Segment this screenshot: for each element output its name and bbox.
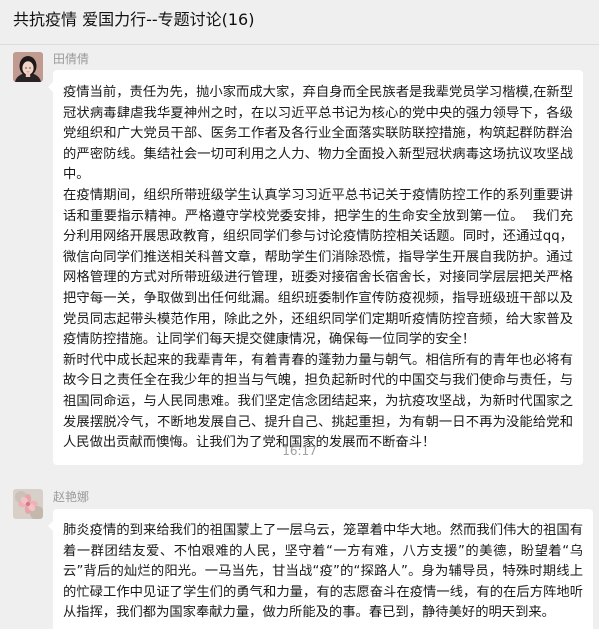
avatar-girl-portrait-icon: [13, 52, 43, 82]
chat-title[interactable]: 共抗疫情 爱国力行--专题讨论(16): [13, 9, 254, 31]
message-bubble[interactable]: 肺炎疫情的到来给我们的祖国蒙上了一层乌云，笼罩着中华大地。然而我们伟大的祖国有着…: [48, 509, 593, 629]
message-paragraph: 在疫情期间，组织所带班级学生认真学习习近平总书记关于疫情防控工作的系列重要讲话和…: [63, 187, 573, 348]
message-paragraph: 疫情当前，责任为先，抛小家而成大家，弃自身而全民族者是我辈党员学习楷模,在新型冠…: [63, 85, 573, 183]
avatar-flower-icon: [13, 489, 43, 519]
sender-name: 赵艳娜: [53, 490, 90, 504]
chat-window: 共抗疫情 爱国力行--专题讨论(16) 田倩倩 疫情当前，责任为先，抛小家而成大…: [0, 0, 599, 629]
message-bubble[interactable]: 疫情当前，责任为先，抛小家而成大家，弃自身而全民族者是我辈党员学习楷模,在新型冠…: [48, 70, 583, 465]
message-paragraph: 肺炎疫情的到来给我们的祖国蒙上了一层乌云，笼罩着中华大地。然而我们伟大的祖国有着…: [63, 523, 583, 621]
avatar[interactable]: [13, 489, 43, 519]
avatar[interactable]: [13, 52, 43, 82]
sender-name: 田倩倩: [53, 52, 90, 66]
chat-header: 共抗疫情 爱国力行--专题讨论(16): [0, 0, 599, 45]
message-paragraph: 新时代中成长起来的我辈青年，有着青春的蓬勃力量与朝气。相信所有的青年也必将有故今…: [63, 352, 573, 451]
message-timestamp: 16:17: [282, 444, 317, 458]
